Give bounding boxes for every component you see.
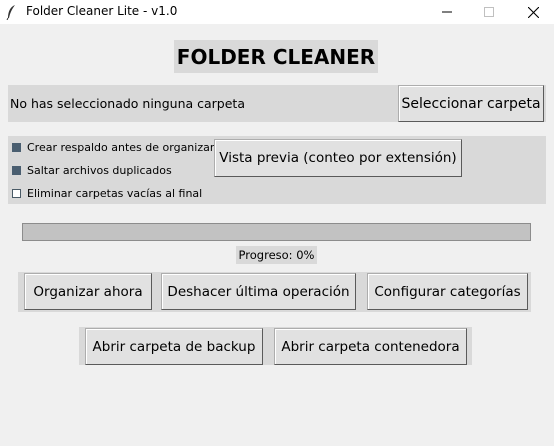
feather-icon [6, 5, 15, 20]
folder-status-label: No has seleccionado ninguna carpeta [10, 96, 245, 111]
open-backup-folder-button[interactable]: Abrir carpeta de backup [85, 328, 263, 365]
minimize-icon [442, 11, 452, 13]
checkbox-backup[interactable] [12, 143, 21, 152]
close-button[interactable] [513, 0, 553, 24]
option-skip-duplicates-label: Saltar archivos duplicados [27, 164, 172, 177]
open-container-folder-button[interactable]: Abrir carpeta contenedora [274, 328, 467, 365]
checkbox-skip-duplicates[interactable] [12, 166, 21, 175]
app-heading: FOLDER CLEANER [174, 40, 378, 73]
close-icon [527, 6, 539, 18]
window-title: Folder Cleaner Lite - v1.0 [26, 4, 178, 18]
title-bar: Folder Cleaner Lite - v1.0 [0, 0, 554, 24]
organize-button[interactable]: Organizar ahora [24, 273, 152, 310]
option-delete-empty[interactable]: Eliminar carpetas vacías al final [12, 187, 202, 200]
progress-label: Progreso: 0% [236, 246, 317, 264]
undo-button[interactable]: Deshacer última operación [161, 273, 356, 310]
option-delete-empty-label: Eliminar carpetas vacías al final [27, 187, 203, 200]
minimize-button[interactable] [427, 0, 467, 24]
maximize-button[interactable] [469, 0, 509, 24]
select-folder-button[interactable]: Seleccionar carpeta [398, 85, 544, 122]
preview-button[interactable]: Vista previa (conteo por extensión) [214, 139, 462, 177]
checkbox-delete-empty[interactable] [12, 189, 21, 198]
progress-bar [22, 223, 531, 241]
option-backup-label: Crear respaldo antes de organizar [27, 141, 215, 154]
option-skip-duplicates[interactable]: Saltar archivos duplicados [12, 164, 172, 177]
configure-categories-button[interactable]: Configurar categorías [367, 273, 528, 310]
option-backup[interactable]: Crear respaldo antes de organizar [12, 141, 214, 154]
maximize-icon [484, 7, 494, 17]
